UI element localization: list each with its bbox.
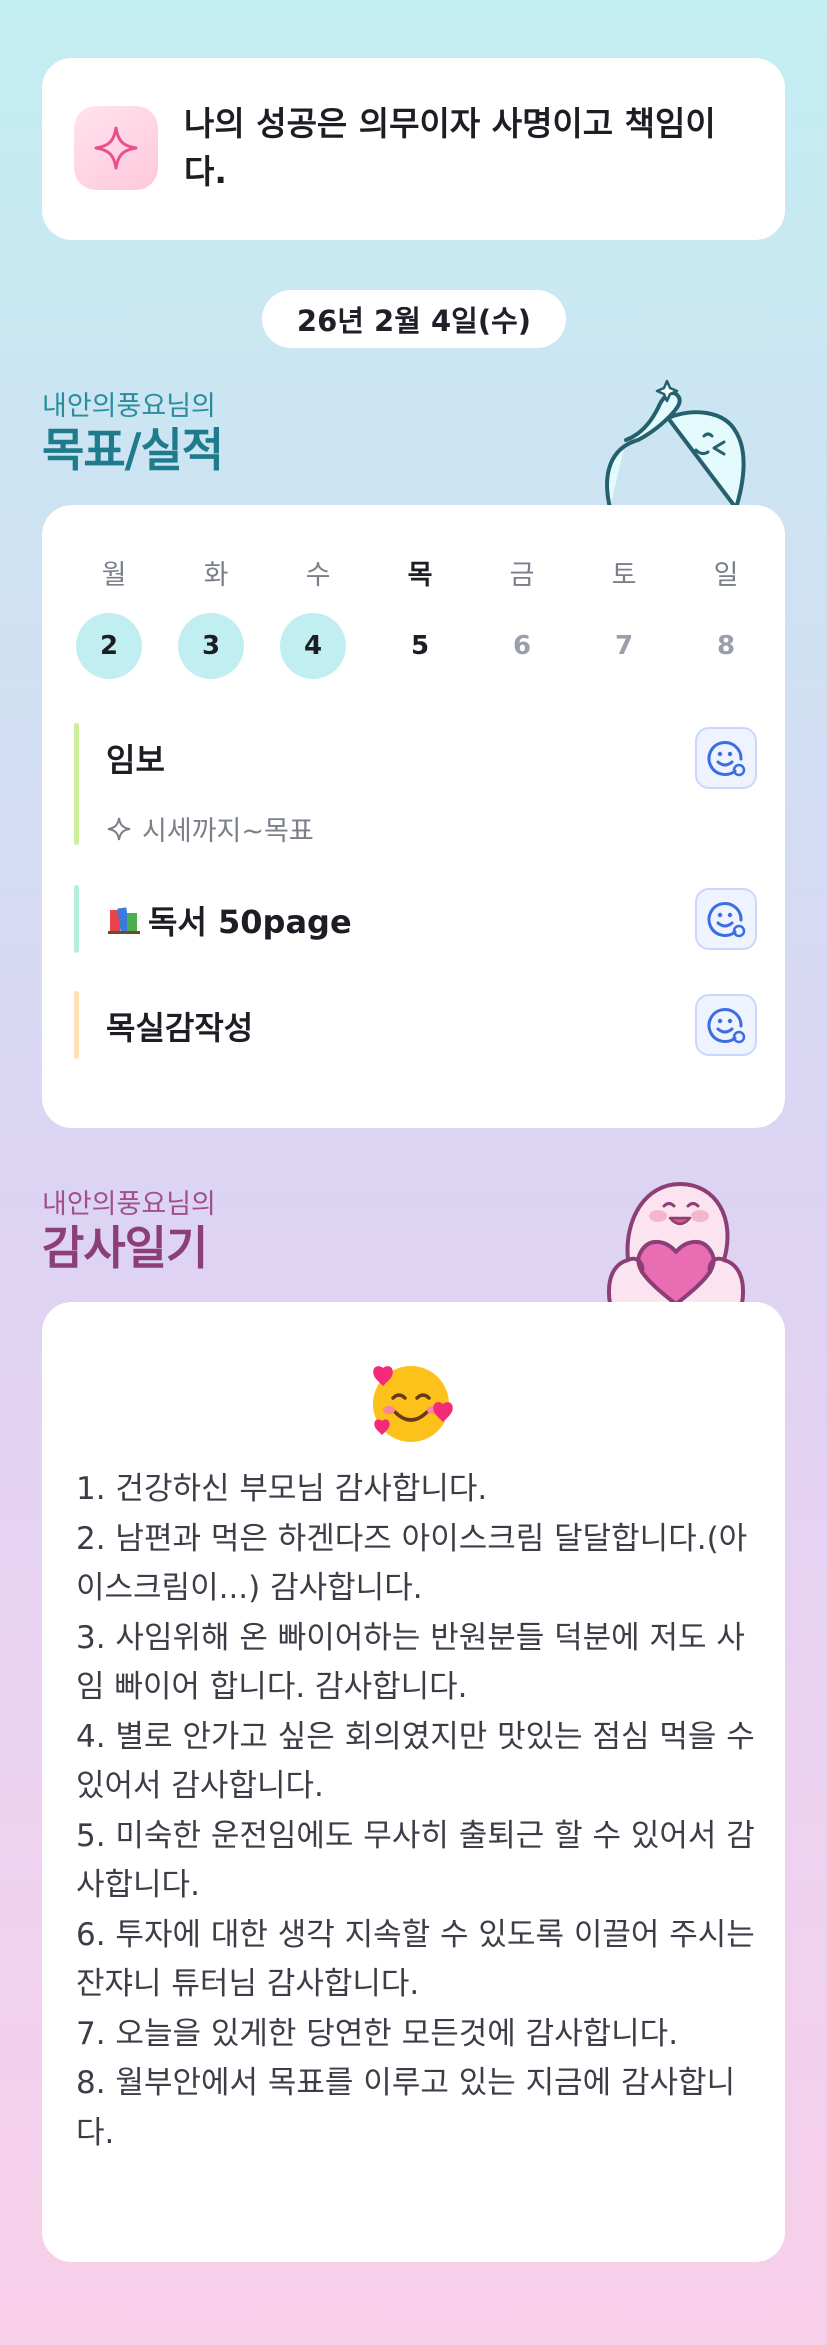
date-button[interactable]: 3: [178, 613, 244, 679]
goal-color-bar: [74, 991, 79, 1059]
heart-mascot-icon: [607, 1182, 745, 1304]
pointing-mascot-icon: [605, 379, 746, 508]
weekday-label: 화: [203, 560, 229, 591]
gratitude-section-title: 감사일기: [42, 1221, 208, 1275]
goal-title: 독서 50page: [148, 903, 352, 941]
smiley-add-icon: [707, 741, 746, 777]
sparkle-icon: [107, 817, 131, 840]
gratitude-item: 3. 사임위해 온 빠이어하는 반원분들 덕분에 저도 사임 빠이어 합니다. …: [76, 1619, 745, 1706]
date-button[interactable]: 6: [487, 613, 557, 679]
goal-subtitle-text: 시세까지~목표: [142, 816, 314, 847]
weekday-label-today: 목: [407, 560, 433, 591]
smiley-add-icon: [707, 902, 746, 938]
goal-reaction-button[interactable]: [695, 994, 757, 1056]
motto-text: 나의 성공은 의무이자 사명이고 책임이다.: [184, 104, 716, 191]
gratitude-item: 2. 남편과 먹은 하겐다즈 아이스크림 달달합니다.(아이스크림이...) 감…: [76, 1520, 748, 1607]
weekday-label: 토: [611, 560, 637, 591]
date-pill[interactable]: 26년 2월 4일(수): [262, 290, 566, 348]
goal-reaction-button[interactable]: [695, 727, 757, 789]
smiling-face-with-hearts-icon: [373, 1366, 453, 1442]
goal-color-bar: [74, 885, 79, 953]
gratitude-list: 1. 건강하신 부모님 감사합니다. 2. 남편과 먹은 하겐다즈 아이스크림 …: [76, 1465, 756, 2158]
motto-card: 나의 성공은 의무이자 사명이고 책임이다.: [42, 58, 785, 240]
date-button-today[interactable]: 5: [385, 613, 455, 679]
goal-item[interactable]: 임보 시세까지~목표: [74, 723, 757, 848]
goal-item[interactable]: 목실감작성: [74, 991, 757, 1059]
goal-item[interactable]: 독서 50page: [74, 885, 757, 953]
goal-reaction-button[interactable]: [695, 888, 757, 950]
weekday-label: 월: [101, 560, 127, 591]
weekday-label: 수: [305, 560, 331, 591]
smiley-add-icon: [707, 1008, 746, 1044]
goals-card: 월 화 수 목 금 토 일 2 3 4 5 6 7 8 임보 시세까지~목표 독…: [42, 505, 785, 1128]
gratitude-item: 7. 오늘을 있게한 당연한 모든것에 감사합니다.: [76, 2015, 679, 2052]
gratitude-item: 6. 투자에 대한 생각 지속할 수 있도록 이끌어 주시는 잔쟈니 튜터님 감…: [76, 1916, 755, 2003]
gratitude-card: 1. 건강하신 부모님 감사합니다. 2. 남편과 먹은 하겐다즈 아이스크림 …: [42, 1302, 785, 2262]
goals-section-title: 목표/실적: [42, 423, 224, 477]
date-button[interactable]: 2: [76, 613, 142, 679]
goal-title-row: 독서 50page: [106, 897, 352, 943]
weekday-label: 일: [713, 560, 739, 591]
goal-color-bar: [74, 723, 79, 845]
goal-title: 목실감작성: [106, 1009, 254, 1047]
date-button[interactable]: 7: [589, 613, 659, 679]
date-button[interactable]: 4: [280, 613, 346, 679]
weekday-label: 금: [509, 560, 535, 591]
gratitude-item: 8. 월부안에서 목표를 이루고 있는 지금에 감사합니다.: [76, 2065, 736, 2151]
sparkle-icon: [74, 106, 158, 190]
gratitude-item: 5. 미숙한 운전임에도 무사히 출퇴근 할 수 있어서 감사합니다.: [76, 1817, 755, 1904]
books-icon: [108, 907, 140, 934]
goal-subtitle: 시세까지~목표: [106, 809, 314, 848]
gratitude-item: 1. 건강하신 부모님 감사합니다.: [76, 1471, 488, 1507]
goal-title: 임보: [106, 741, 165, 779]
date-button[interactable]: 8: [691, 613, 761, 679]
gratitude-item: 4. 별로 안가고 싶은 회의였지만 맛있는 점심 먹을 수 있어서 감사합니다…: [76, 1718, 755, 1805]
